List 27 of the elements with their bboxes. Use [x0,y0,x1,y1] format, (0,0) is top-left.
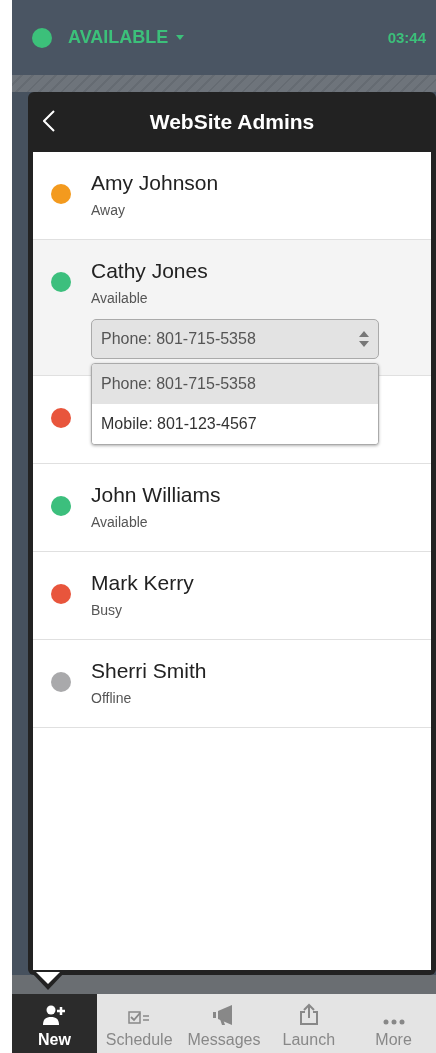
contact-name: John Williams [91,482,222,508]
contact-status: Available [91,290,149,306]
nav-tab[interactable]: New [12,994,97,1053]
contact-name: Amy Johnson [91,170,220,196]
contact-name: Cathy Jones [91,258,209,284]
contact-status: Offline [91,690,133,706]
contact-status: Busy [91,602,124,618]
contact-status: Available [91,514,149,530]
contact-name: Mark Kerry [91,570,195,596]
popup-title: WebSite Admins [149,110,315,134]
dropdown-option[interactable]: Phone: 801-715-5358 [92,364,378,404]
back-button[interactable] [43,110,55,132]
share-icon [298,1003,319,1025]
contact-name: Sherri Smith [91,658,208,684]
spinner-arrows-icon [359,331,369,347]
checklist-icon [128,1011,151,1025]
dropdown-option[interactable]: Mobile: 801-123-4567 [92,404,378,444]
more-icon [382,1019,405,1025]
contact-status: Away [91,202,126,218]
person-add-icon [42,1005,67,1025]
contact-row[interactable]: Sherri Smith Offline [33,640,431,728]
caret-icon [176,35,185,40]
phone-select[interactable]: Phone: 801-715-5358 [91,319,379,359]
contact-row[interactable]: John Williams Available [33,464,431,552]
back-icon [43,110,55,132]
contact-row[interactable]: Mark Kerry Busy [33,552,431,640]
clock-time: 03:44 [387,29,426,46]
